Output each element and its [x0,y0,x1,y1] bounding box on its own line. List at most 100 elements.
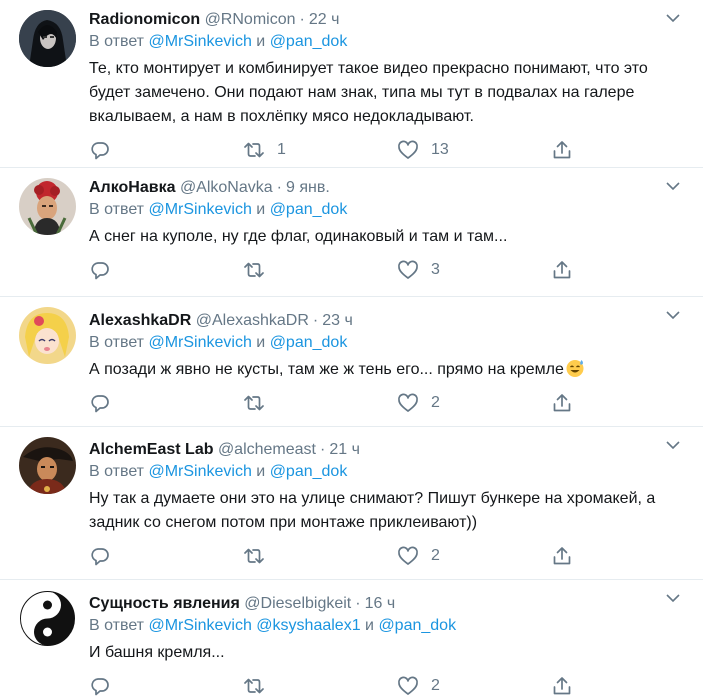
user-handle[interactable]: @alchemeast [218,441,316,458]
timestamp[interactable]: 23 ч [322,312,353,329]
share-button[interactable] [551,545,591,567]
retweet-button[interactable] [243,675,397,697]
mention-link[interactable]: @pan_dok [270,33,348,50]
retweet-icon [243,545,265,567]
user-handle[interactable]: @AlexashkaDR [196,312,309,329]
tweet-feed: Radionomicon @RNomicon · 22 ч В ответ @MrS… [0,0,703,699]
tweet[interactable]: Сущность явления @Dieselbigkeit · 16 ч В о… [0,580,703,699]
mention-link[interactable]: @MrSinkevich [148,33,251,50]
display-name[interactable]: AlexashkaDR [89,312,191,329]
reply-context: В ответ @MrSinkevich и @pan_dok [89,461,663,483]
display-name[interactable]: Radionomicon [89,11,200,28]
like-button[interactable]: 2 [397,545,551,567]
timestamp[interactable]: 16 ч [365,595,396,612]
share-button[interactable] [551,392,591,414]
mention-link[interactable]: @pan_dok [270,334,348,351]
reply-button[interactable] [89,139,243,161]
user-handle[interactable]: @Dieselbigkeit [244,595,351,612]
like-button[interactable]: 3 [397,259,551,281]
retweet-button[interactable] [243,259,397,281]
like-button[interactable]: 13 [397,139,551,161]
tweet[interactable]: AlchemEast Lab @alchemeast · 21 ч В ответ … [0,427,703,580]
mention-link[interactable]: @MrSinkevich [148,617,251,634]
connector: и [365,617,374,634]
user-handle[interactable]: @RNomicon [205,11,296,28]
avatar[interactable] [19,590,76,647]
mention-link[interactable]: @MrSinkevich [148,334,251,351]
tweet[interactable]: Radionomicon @RNomicon · 22 ч В ответ @MrS… [0,0,703,168]
tweet-header: AlexashkaDR @AlexashkaDR · 23 ч [89,310,663,332]
tweet-actions: 3 [89,258,663,282]
timestamp[interactable]: 9 янв. [286,179,330,196]
like-button[interactable]: 2 [397,392,551,414]
like-count: 2 [431,547,440,564]
mention-link[interactable]: @MrSinkevich [148,201,251,218]
display-name[interactable]: Сущность явления [89,595,240,612]
share-button[interactable] [551,139,591,161]
reply-prefix: В ответ [89,201,145,218]
caret-down-icon[interactable] [665,180,681,192]
mention-link[interactable]: @pan_dok [378,617,456,634]
display-name[interactable]: АлкоНавка [89,179,175,196]
sweat-smile-emoji [565,358,585,378]
like-icon [397,675,419,697]
separator-dot: · [276,179,282,196]
separator-dot: · [312,312,319,329]
like-count: 2 [431,677,440,694]
timestamp[interactable]: 21 ч [329,441,360,458]
like-icon [397,139,419,161]
tweet-header: Сущность явления @Dieselbigkeit · 16 ч [89,593,663,615]
reply-context: В ответ @MrSinkevich и @pan_dok [89,332,663,354]
tweet[interactable]: АлкоНавка @AlkoNavka · 9 янв. В ответ @MrS… [0,168,703,297]
reply-button[interactable] [89,545,243,567]
retweet-icon [243,392,265,414]
retweet-icon [243,259,265,281]
retweet-icon [243,139,265,161]
tweet-text: Те, кто монтирует и комбинирует такое ви… [89,60,648,125]
tweet[interactable]: AlexashkaDR @AlexashkaDR · 23 ч В ответ @M… [0,297,703,427]
like-count: 3 [431,261,440,278]
mention-link[interactable]: @ksyshaalex1 [256,617,360,634]
reply-icon [89,545,111,567]
share-icon [551,139,573,161]
tweet-header: AlchemEast Lab @alchemeast · 21 ч [89,439,663,461]
reply-icon [89,675,111,697]
timestamp[interactable]: 22 ч [309,11,340,28]
retweet-button[interactable] [243,545,397,567]
caret-down-icon[interactable] [665,439,681,451]
retweet-button[interactable]: 1 [243,139,397,161]
caret-down-icon[interactable] [665,12,681,24]
reply-icon [89,139,111,161]
retweet-button[interactable] [243,392,397,414]
like-count: 13 [431,141,449,158]
share-button[interactable] [551,259,591,281]
reply-icon [89,392,111,414]
share-button[interactable] [551,675,591,697]
tweet-text: И башня кремля... [89,644,225,661]
like-icon [397,545,419,567]
separator-dot: · [299,11,305,28]
connector: и [256,463,266,480]
reply-button[interactable] [89,259,243,281]
display-name[interactable]: AlchemEast Lab [89,441,213,458]
user-handle[interactable]: @AlkoNavka [180,179,273,196]
avatar[interactable] [19,307,76,364]
like-button[interactable]: 2 [397,675,551,697]
connector: и [256,334,266,351]
reply-context: В ответ @MrSinkevich @ksyshaalex1 и @pan… [89,615,663,637]
avatar[interactable] [19,178,76,235]
separator-dot: · [355,595,361,612]
tweet-text-container: А позади ж явно не кусты, там же ж тень … [89,358,663,382]
reply-button[interactable] [89,675,243,697]
connector: и [256,33,266,50]
mention-link[interactable]: @pan_dok [270,201,348,218]
separator-dot: · [320,441,326,458]
avatar[interactable] [19,10,76,67]
caret-down-icon[interactable] [665,309,681,321]
mention-link[interactable]: @MrSinkevich [148,463,251,480]
mention-link[interactable]: @pan_dok [270,463,348,480]
reply-button[interactable] [89,392,243,414]
caret-down-icon[interactable] [665,592,681,604]
avatar[interactable] [19,437,76,494]
tweet-header: АлкоНавка @AlkoNavka · 9 янв. [89,177,663,199]
